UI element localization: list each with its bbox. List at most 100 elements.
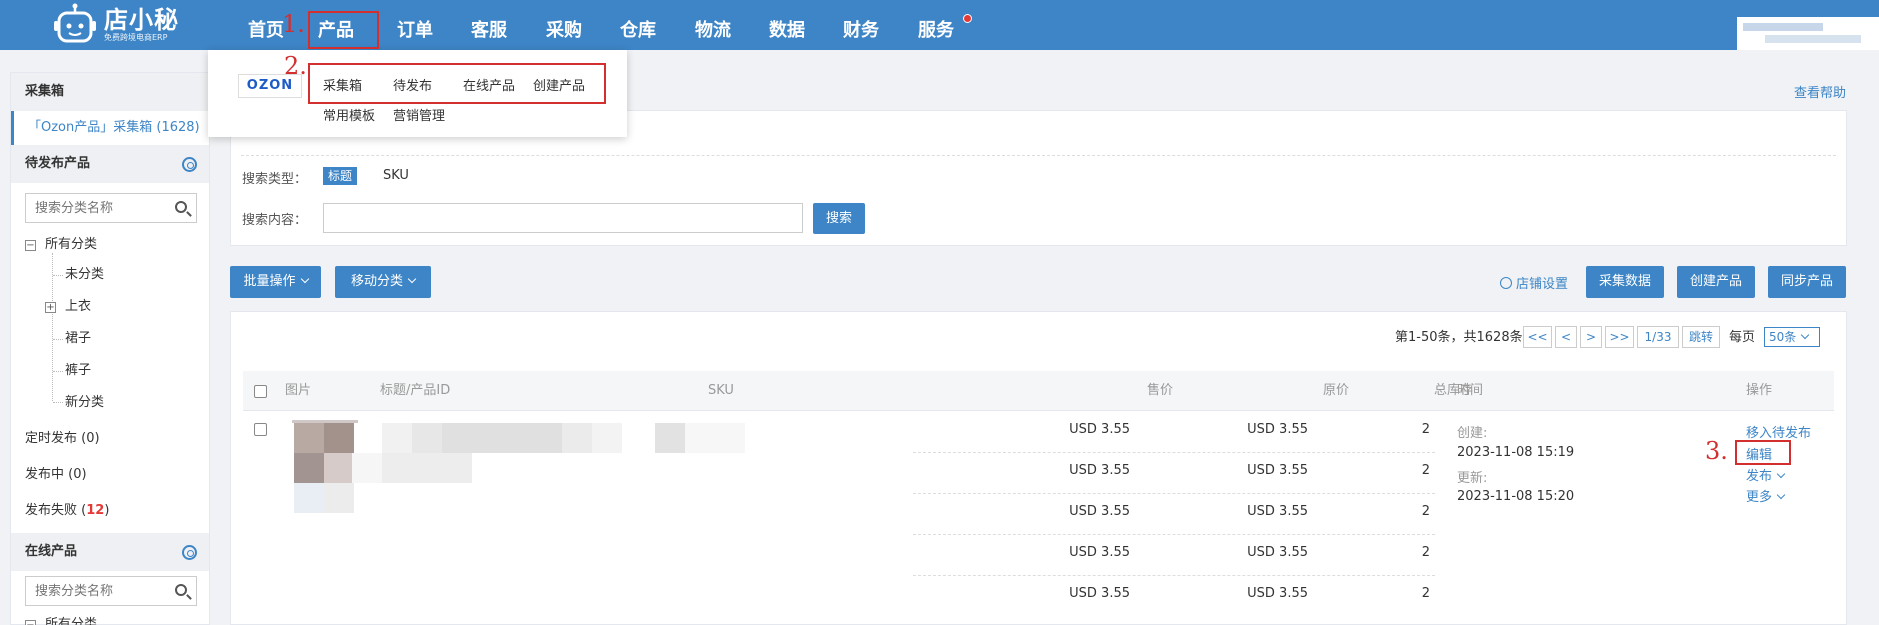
- updated-label: 更新:: [1457, 471, 1488, 486]
- variant-price: USD 3.55: [1069, 586, 1130, 601]
- tree-item-skirts[interactable]: 裙子: [65, 329, 91, 349]
- sidebar-header-pending: 待发布产品: [11, 145, 209, 183]
- tree-item-new-category[interactable]: 新分类: [65, 393, 104, 413]
- col-actions: 操作: [1746, 383, 1773, 398]
- nav-orders[interactable]: 订单: [385, 0, 445, 50]
- variant-price: USD 3.55: [1069, 463, 1130, 478]
- col-title: 标题/产品ID: [380, 383, 451, 398]
- variant-original-price: USD 3.55: [1247, 504, 1308, 519]
- col-sku: SKU: [708, 383, 734, 398]
- annotation-number-1: 1.: [282, 10, 305, 38]
- table-header: 图片 标题/产品ID SKU 售价 原价 总库存 时间 操作: [243, 371, 1834, 411]
- variant-price: USD 3.55: [1069, 545, 1130, 560]
- nav-logistics[interactable]: 物流: [683, 0, 743, 50]
- create-product-button[interactable]: 创建产品: [1677, 266, 1755, 298]
- search-type-label: 搜索类型：: [242, 172, 308, 187]
- brand-name: 店小秘: [104, 6, 179, 34]
- bulk-actions-button[interactable]: 批量操作: [230, 266, 321, 298]
- store-settings-link[interactable]: 店铺设置: [1500, 273, 1568, 292]
- search-type-sku[interactable]: SKU: [383, 168, 409, 183]
- sidebar: 采集箱 「Ozon产品」采集箱 (1628) 待发布产品 − 所有分类 未分类 …: [10, 72, 210, 625]
- col-original-price: 原价: [1322, 383, 1349, 398]
- pager-page-indicator[interactable]: 1/33: [1637, 326, 1679, 348]
- row-checkbox[interactable]: [254, 423, 267, 436]
- annotation-box-3: [1735, 440, 1791, 465]
- sync-products-button[interactable]: 同步产品: [1768, 266, 1846, 298]
- online-category-search-input[interactable]: [26, 577, 166, 605]
- sidebar-item-failed[interactable]: 发布失败 (12): [25, 501, 109, 521]
- failed-count: 12: [86, 503, 105, 518]
- chevron-down-icon: [300, 274, 309, 284]
- tree-item-uncategorized[interactable]: 未分类: [65, 265, 104, 285]
- category-search-input[interactable]: [26, 194, 166, 222]
- brand-logo[interactable]: 店小秘 免费跨境电商ERP: [52, 0, 179, 50]
- search-icon[interactable]: [175, 201, 187, 213]
- menu-item-marketing[interactable]: 营销管理: [393, 105, 445, 124]
- col-image: 图片: [285, 383, 312, 398]
- col-time: 时间: [1457, 383, 1484, 398]
- variant-stock: 2: [1421, 545, 1430, 560]
- variant-original-price: USD 3.55: [1247, 545, 1308, 560]
- tree-item-tops[interactable]: 上衣: [65, 297, 91, 317]
- sidebar-item-publishing[interactable]: 发布中 (0): [25, 465, 87, 485]
- annotation-box-2: [308, 63, 606, 104]
- gear-icon[interactable]: [182, 157, 197, 172]
- variant-stock: 2: [1421, 586, 1430, 601]
- gear-icon[interactable]: [182, 545, 197, 560]
- variant-original-price: USD 3.55: [1247, 463, 1308, 478]
- nav-data[interactable]: 数据: [757, 0, 817, 50]
- help-link[interactable]: 查看帮助: [1794, 82, 1846, 101]
- brand-tagline: 免费跨境电商ERP: [104, 33, 168, 42]
- sidebar-item-scheduled[interactable]: 定时发布 (0): [25, 429, 100, 449]
- user-account-box[interactable]: [1737, 17, 1879, 50]
- tree-item-pants[interactable]: 裤子: [65, 361, 91, 381]
- nav-customer-service[interactable]: 客服: [459, 0, 519, 50]
- expand-icon[interactable]: +: [45, 302, 56, 313]
- annotation-number-3: 3.: [1705, 437, 1728, 465]
- pager-jump-button[interactable]: 跳转: [1682, 326, 1720, 348]
- chevron-down-icon: [1801, 330, 1810, 340]
- pager-last[interactable]: >>: [1605, 326, 1634, 348]
- notification-dot: [963, 14, 972, 23]
- updated-time: 2023-11-08 15:20: [1457, 489, 1575, 504]
- move-category-button[interactable]: 移动分类: [335, 266, 431, 298]
- gear-icon: [1500, 277, 1512, 289]
- pager-summary: 第1-50条，共1628条: [1395, 330, 1523, 345]
- variant-original-price: USD 3.55: [1247, 586, 1308, 601]
- nav-finance[interactable]: 财务: [831, 0, 891, 50]
- move-to-pending-link[interactable]: 移入待发布: [1746, 422, 1811, 441]
- chevron-down-icon: [1776, 490, 1786, 500]
- online-tree-item-all[interactable]: 所有分类: [45, 615, 97, 625]
- search-button[interactable]: 搜索: [813, 203, 865, 234]
- created-label: 创建:: [1457, 426, 1488, 441]
- collect-data-button[interactable]: 采集数据: [1586, 266, 1664, 298]
- per-page-select[interactable]: 50条: [1764, 327, 1820, 347]
- nav-warehouse[interactable]: 仓库: [608, 0, 668, 50]
- annotation-number-2: 2.: [284, 52, 307, 80]
- online-category-search-box: [25, 576, 197, 606]
- variant-stock: 2: [1421, 463, 1430, 478]
- collapse-icon[interactable]: −: [25, 240, 36, 251]
- nav-services[interactable]: 服务: [906, 0, 972, 50]
- search-icon[interactable]: [175, 584, 187, 596]
- sidebar-header-collect: 采集箱: [11, 73, 209, 111]
- pager-prev[interactable]: <: [1555, 326, 1577, 348]
- chevron-down-icon: [1776, 469, 1786, 479]
- search-content-label: 搜索内容：: [242, 213, 308, 228]
- search-type-title-tag[interactable]: 标题: [323, 167, 358, 185]
- select-all-checkbox[interactable]: [254, 385, 267, 398]
- publish-link[interactable]: 发布: [1746, 465, 1786, 484]
- pager-first[interactable]: <<: [1523, 326, 1552, 348]
- col-price: 售价: [1146, 383, 1173, 398]
- nav-purchasing[interactable]: 采购: [534, 0, 594, 50]
- collapse-icon[interactable]: −: [25, 620, 36, 625]
- more-link[interactable]: 更多: [1746, 486, 1786, 505]
- sidebar-item-ozon-collect-box[interactable]: 「Ozon产品」采集箱 (1628): [11, 111, 209, 145]
- chevron-down-icon: [407, 274, 417, 284]
- search-content-input[interactable]: [323, 203, 803, 233]
- pager-next[interactable]: >: [1580, 326, 1602, 348]
- tree-item-all[interactable]: 所有分类: [45, 235, 97, 255]
- created-time: 2023-11-08 15:19: [1457, 445, 1575, 460]
- sidebar-header-online: 在线产品: [11, 533, 209, 571]
- menu-item-templates[interactable]: 常用模板: [323, 105, 375, 124]
